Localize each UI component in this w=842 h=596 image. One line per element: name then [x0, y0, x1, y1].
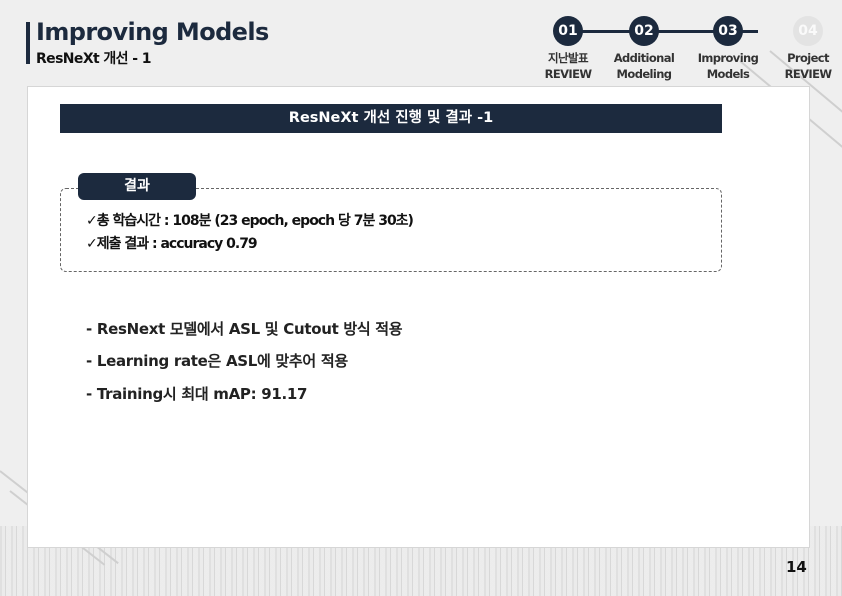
bullet-item: - Training시 최대 mAP: 91.17 — [86, 385, 308, 403]
bullet-item: - Learning rate은 ASL에 맞추어 적용 — [86, 352, 348, 370]
result-box — [60, 188, 722, 272]
title-accent-bar — [26, 22, 30, 64]
result-line-submission: ✓제출 결과 : accuracy 0.79 — [86, 236, 258, 252]
step-number: 01 — [553, 16, 583, 46]
step-01: 01 지난발표 REVIEW — [530, 16, 606, 82]
result-line-training-time: ✓총 학습시간 : 108분 (23 epoch, epoch 당 7분 30초… — [86, 213, 414, 229]
result-tag: 결과 — [78, 173, 196, 200]
step-label: 지난발표 REVIEW — [544, 51, 592, 81]
page-number: 14 — [786, 558, 807, 576]
step-number: 02 — [629, 16, 659, 46]
page-title: Improving Models — [36, 18, 269, 46]
step-label: Improving Models — [697, 51, 759, 81]
step-label: Additional Modeling — [613, 51, 675, 81]
step-02: 02 Additional Modeling — [606, 16, 682, 82]
step-number: 03 — [713, 16, 743, 46]
progress-steps: 01 지난발표 REVIEW 02 Additional Modeling 03 I… — [530, 12, 840, 92]
step-03: 03 Improving Models — [690, 16, 766, 82]
step-number: 04 — [793, 16, 823, 46]
bullet-item: - ResNext 모델에서 ASL 및 Cutout 방식 적용 — [86, 320, 403, 338]
page-subtitle: ResNeXt 개선 - 1 — [36, 51, 151, 67]
section-banner: ResNeXt 개선 진행 및 결과 -1 — [60, 104, 722, 133]
content-card — [27, 86, 810, 548]
step-label: Project REVIEW — [784, 51, 832, 81]
step-04: 04 Project REVIEW — [770, 16, 842, 82]
